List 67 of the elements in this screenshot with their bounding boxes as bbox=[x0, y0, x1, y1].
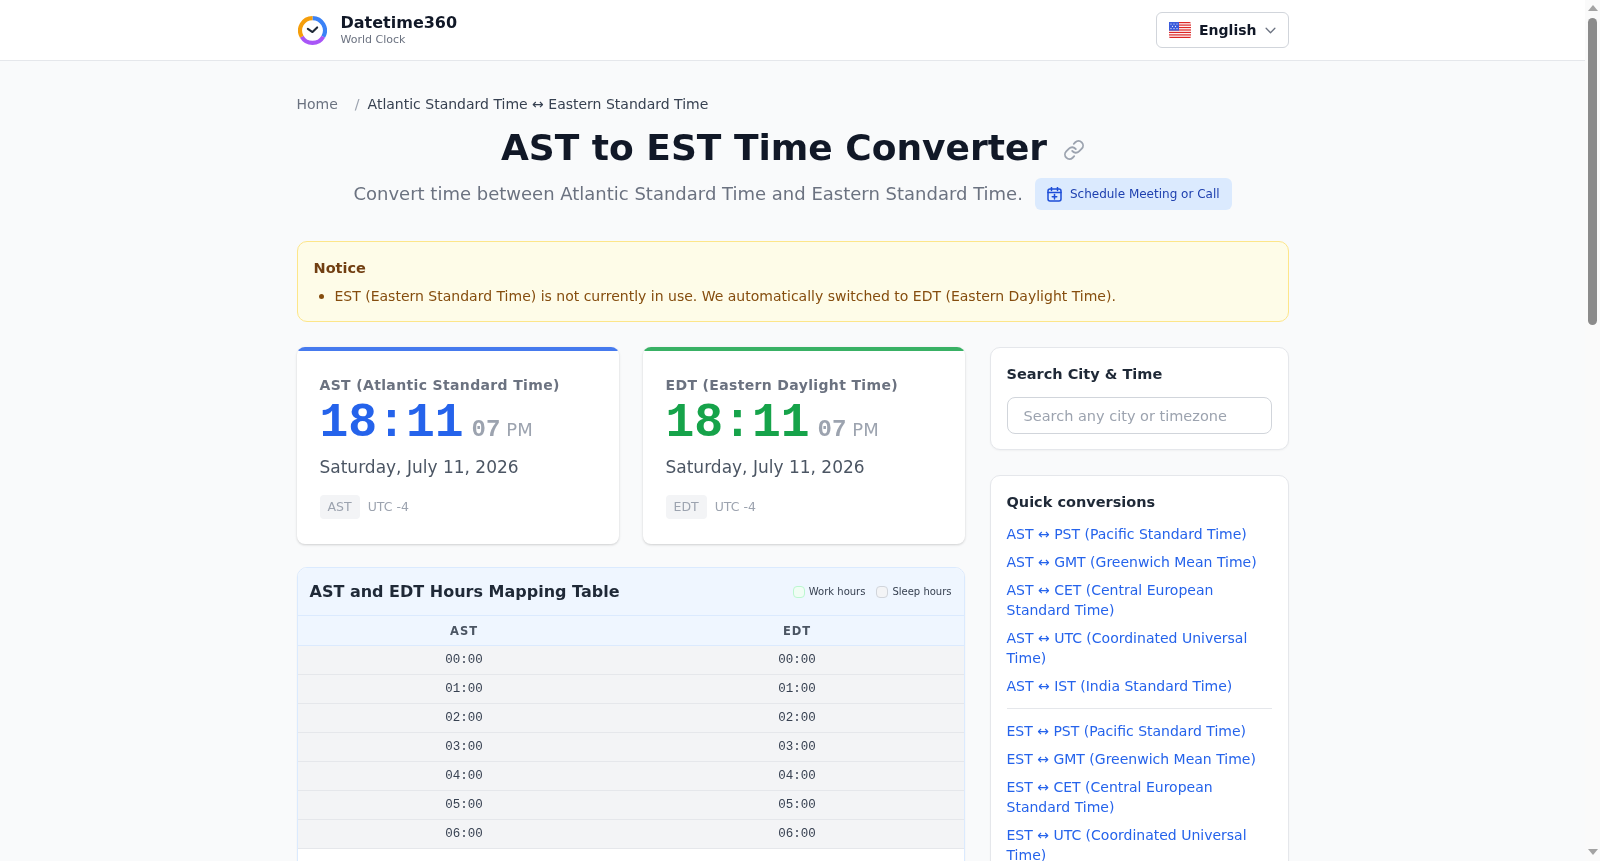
table-cell-text: 04:00 bbox=[444, 768, 484, 785]
zone-badge: EDT bbox=[665, 495, 707, 519]
conversion-link[interactable]: AST ↔ CET (Central European Standard Time) bbox=[1006, 580, 1272, 620]
table-cell-text: 03:00 bbox=[777, 739, 817, 756]
conversion-link[interactable]: AST ↔ PST (Pacific Standard Time) bbox=[1006, 524, 1272, 544]
language-button[interactable]: English bbox=[1156, 12, 1289, 48]
chevron-down-icon bbox=[1264, 26, 1276, 34]
notice-text: EST (Eastern Standard Time) is not currently in use. We automatically switched to EDT (Eastern Daylight Time). bbox=[334, 287, 1116, 306]
table-cell-text: 01:00 bbox=[444, 681, 484, 698]
conversion-link[interactable]: EST ↔ UTC (Coordinated Universal Time) bbox=[1006, 825, 1272, 861]
page-title: AST to EST Time Converter bbox=[500, 127, 1048, 169]
sleep-hours-swatch-icon bbox=[876, 585, 889, 598]
clock-seconds: 07 bbox=[817, 416, 847, 443]
zone-name: AST (Atlantic Standard Time) bbox=[319, 376, 561, 395]
table-cell-text: 02:00 bbox=[777, 710, 817, 727]
clock-time: 18:11 bbox=[319, 399, 464, 447]
clock-seconds: 07 bbox=[471, 416, 501, 443]
column-header: EDT bbox=[781, 622, 813, 640]
scrollbar-thumb[interactable] bbox=[1588, 18, 1597, 325]
link-icon[interactable] bbox=[1064, 140, 1085, 160]
table-title: AST and EDT Hours Mapping Table bbox=[309, 582, 620, 601]
clock-date: Saturday, July 11, 2026 bbox=[319, 456, 520, 479]
table-cell-text: 06:00 bbox=[777, 826, 817, 843]
table-cell-text: 03:00 bbox=[444, 739, 484, 756]
conversion-link[interactable]: AST ↔ IST (India Standard Time) bbox=[1006, 676, 1272, 696]
conversion-link[interactable]: EST ↔ GMT (Greenwich Mean Time) bbox=[1006, 749, 1272, 769]
conversion-link[interactable]: EST ↔ PST (Pacific Standard Time) bbox=[1006, 721, 1272, 741]
scroll-up-arrow-icon[interactable] bbox=[1587, 5, 1598, 11]
schedule-button[interactable]: Schedule Meeting or Call bbox=[1034, 178, 1232, 210]
clock-period: PM bbox=[852, 419, 879, 440]
page-subtitle: Convert time between Atlantic Standard Time and Eastern Standard Time. bbox=[353, 182, 1023, 206]
scroll-down-arrow-icon[interactable] bbox=[1587, 849, 1598, 855]
bullet-icon bbox=[318, 293, 324, 299]
clock-time: 18:11 bbox=[665, 399, 810, 447]
card-title: Quick conversions bbox=[1006, 493, 1157, 512]
card-title: Search City & Time bbox=[1006, 365, 1164, 384]
table-cell-text: 02:00 bbox=[444, 710, 484, 727]
conversion-link[interactable]: AST ↔ GMT (Greenwich Mean Time) bbox=[1006, 552, 1272, 572]
clock-date: Saturday, July 11, 2026 bbox=[665, 456, 866, 479]
table-cell-text: 01:00 bbox=[777, 681, 817, 698]
zone-name: EDT (Eastern Daylight Time) bbox=[665, 376, 899, 395]
conversion-link[interactable]: AST ↔ UTC (Coordinated Universal Time) bbox=[1006, 628, 1272, 668]
calendar-icon bbox=[1046, 186, 1062, 202]
legend-label: Sleep hours bbox=[892, 586, 952, 597]
brand-name[interactable]: Datetime360 bbox=[340, 13, 458, 33]
breadcrumb-current: Atlantic Standard Time ↔ Eastern Standard Time bbox=[367, 95, 709, 114]
notice-title: Notice bbox=[313, 259, 367, 278]
breadcrumb-link[interactable]: Home bbox=[296, 94, 338, 114]
clock-logo-icon[interactable] bbox=[297, 15, 327, 45]
legend-label: Work hours bbox=[808, 586, 866, 597]
table-cell-text: 00:00 bbox=[777, 652, 817, 669]
conversion-link[interactable]: EST ↔ CET (Central European Standard Time) bbox=[1006, 777, 1272, 817]
column-header: AST bbox=[449, 622, 479, 640]
search-field[interactable]: Search any city or timezone bbox=[1006, 397, 1272, 434]
table-cell-text: 06:00 bbox=[444, 826, 484, 843]
work-hours-swatch-icon bbox=[792, 585, 805, 598]
zone-badge: AST bbox=[319, 495, 360, 519]
brand-tagline: World Clock bbox=[340, 33, 407, 47]
table-cell-text: 05:00 bbox=[777, 797, 817, 814]
flag-icon bbox=[1169, 22, 1192, 38]
utc-offset: UTC -4 bbox=[714, 498, 756, 516]
clock-period: PM bbox=[506, 419, 533, 440]
table-cell-text: 05:00 bbox=[444, 797, 484, 814]
table-cell-text: 04:00 bbox=[777, 768, 817, 785]
table-cell-text: 00:00 bbox=[444, 652, 484, 669]
breadcrumb-separator: / bbox=[354, 95, 360, 114]
utc-offset: UTC -4 bbox=[367, 498, 409, 516]
